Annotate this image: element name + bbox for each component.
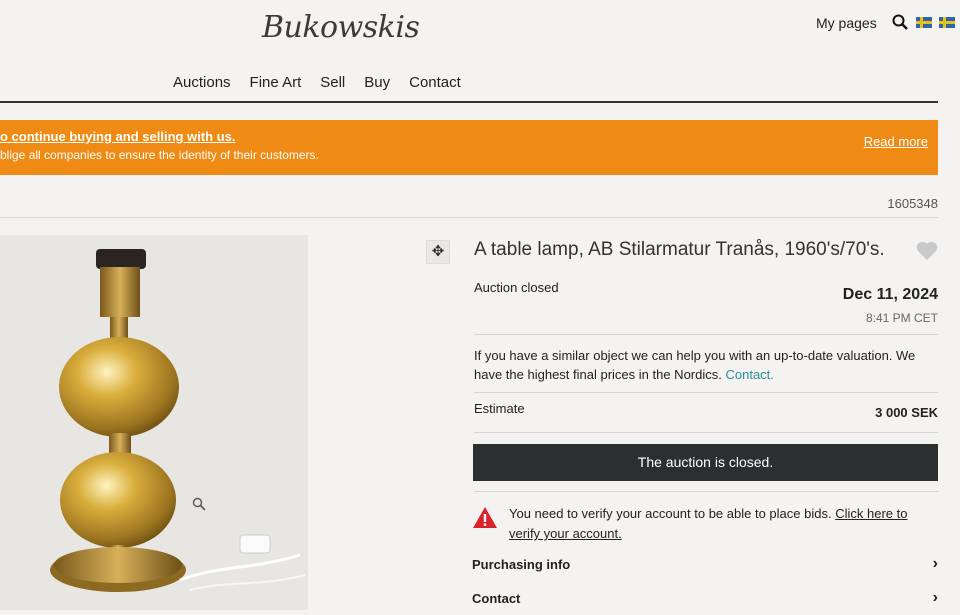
banner-line-1[interactable]: o continue buying and selling with us. [0, 129, 235, 144]
lot-image[interactable] [0, 235, 308, 610]
nav-contact[interactable]: Contact [409, 74, 461, 91]
lot-number: 1605348 [887, 196, 938, 211]
valuation-text: If you have a similar object we can help… [474, 346, 940, 384]
read-more-link[interactable]: Read more [864, 134, 928, 149]
nav-buy[interactable]: Buy [364, 74, 390, 91]
contact-label: Contact [472, 591, 521, 606]
divider [0, 217, 938, 218]
nav-sell[interactable]: Sell [320, 74, 345, 91]
auction-closed-button[interactable]: The auction is closed. [473, 444, 938, 481]
heart-icon[interactable] [916, 241, 938, 261]
warning-icon [473, 507, 497, 528]
divider [474, 432, 938, 433]
divider [474, 392, 938, 393]
table-lamp-image [0, 235, 308, 610]
nav-fine-art[interactable]: Fine Art [250, 74, 302, 91]
closing-date: Dec 11, 2024 [842, 286, 938, 303]
verify-notice: You need to verify your account to be ab… [509, 504, 929, 544]
chevron-right-icon: › [932, 589, 938, 606]
contact-toggle[interactable]: Contact › [472, 589, 940, 606]
divider [474, 491, 938, 492]
verify-message: You need to verify your account to be ab… [509, 506, 832, 521]
divider [474, 334, 938, 335]
estimate-value: 3 000 SEK [875, 405, 938, 420]
valuation-message: If you have a similar object we can help… [474, 348, 916, 382]
lot-title: A table lamp, AB Stilarmatur Tranås, 196… [474, 239, 885, 260]
nav-auctions[interactable]: Auctions [173, 74, 231, 91]
swedish-flag-icon[interactable] [916, 17, 932, 28]
purchasing-info-toggle[interactable]: Purchasing info › [472, 555, 940, 572]
search-icon[interactable] [892, 14, 908, 30]
nav-divider [0, 101, 938, 103]
main-nav: Auctions Fine Art Sell Buy Contact [173, 74, 461, 91]
closing-time: 8:41 PM CET [865, 311, 938, 325]
zoom-icon[interactable] [192, 497, 206, 511]
move-icon[interactable]: ✥ [426, 240, 450, 264]
verification-banner: o continue buying and selling with us. b… [0, 120, 938, 175]
banner-line-2: blige all companies to ensure the identi… [0, 148, 319, 162]
contact-link[interactable]: Contact. [725, 367, 773, 382]
language-flag-icon[interactable] [939, 17, 955, 28]
purchasing-info-label: Purchasing info [472, 557, 571, 572]
bukowskis-logo[interactable]: Bukowskis [262, 10, 420, 45]
chevron-right-icon: › [932, 555, 938, 572]
my-pages-link[interactable]: My pages [816, 15, 877, 31]
estimate-label: Estimate [474, 401, 525, 416]
auction-status: Auction closed [474, 280, 559, 295]
